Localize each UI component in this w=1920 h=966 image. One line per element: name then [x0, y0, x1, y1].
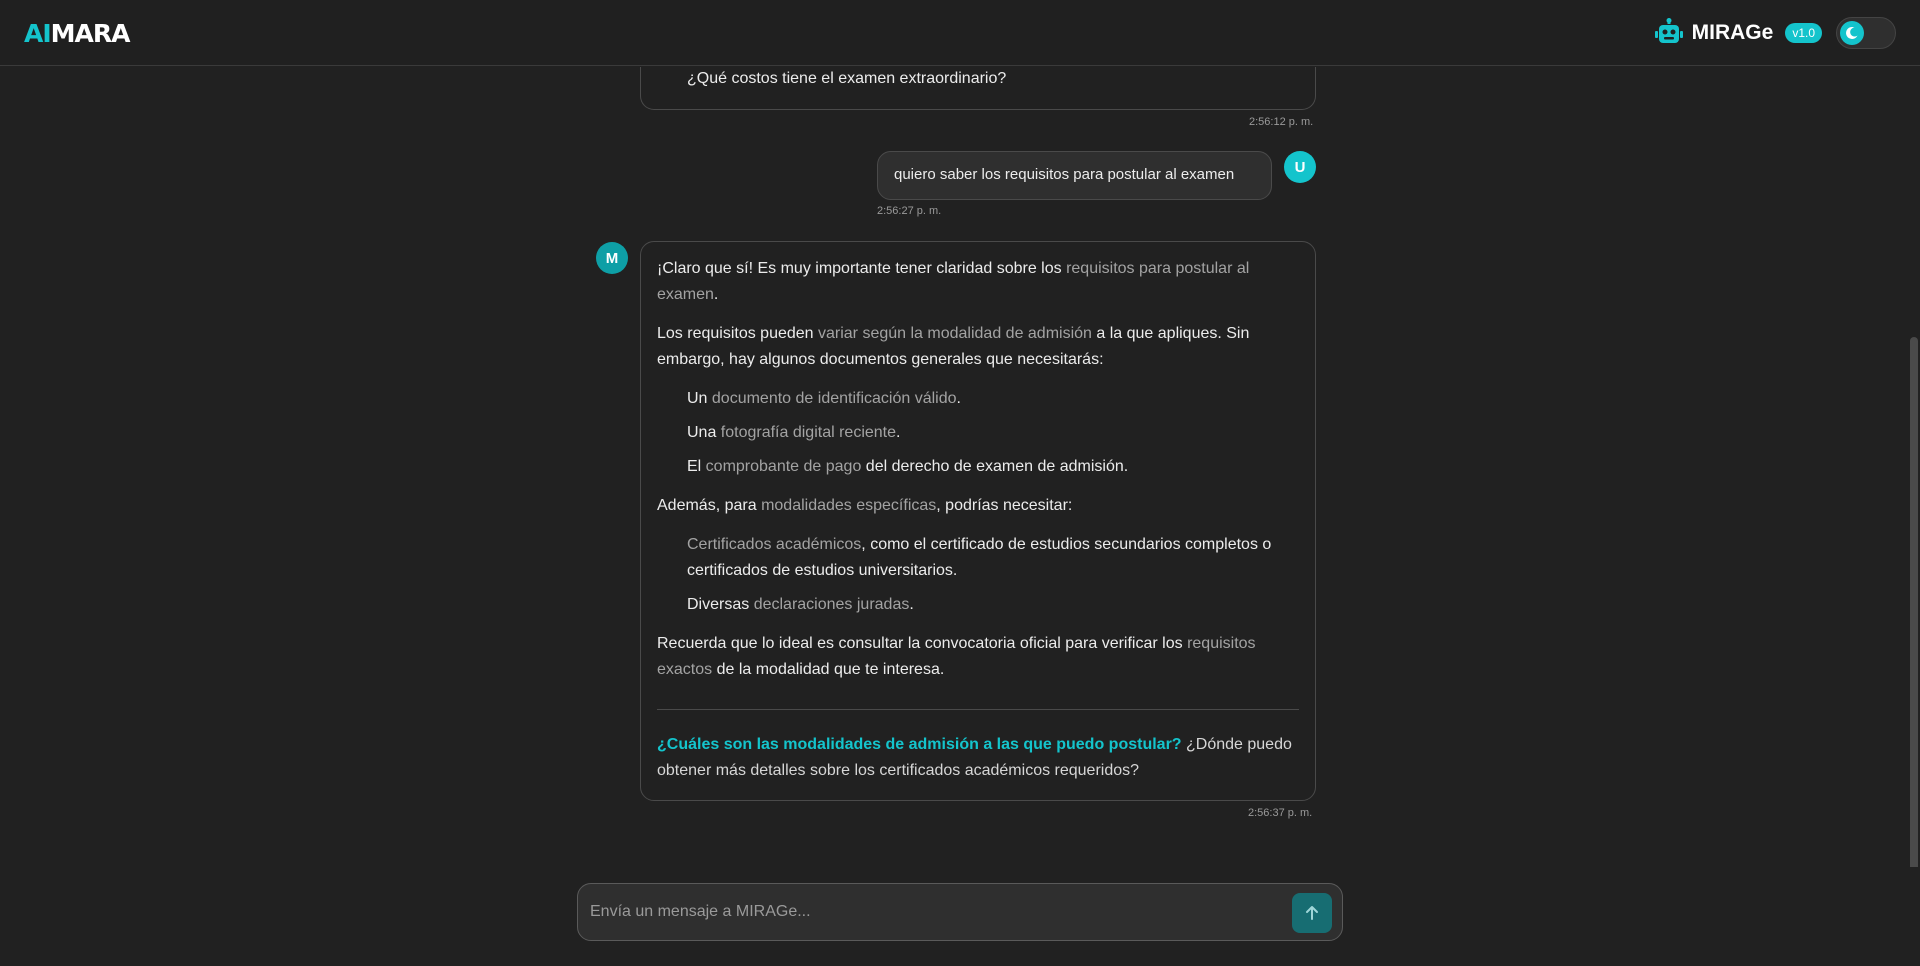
user-message: quiero saber los requisitos para postula…	[877, 151, 1272, 200]
bot-paragraph: Los requisitos pueden variar según la mo…	[657, 325, 1250, 368]
divider	[657, 709, 1299, 710]
version-badge: v1.0	[1785, 23, 1822, 43]
send-button[interactable]	[1292, 893, 1332, 933]
brand-area: MIRAGe v1.0	[1654, 16, 1896, 50]
list-item: El comprobante de pago del derecho de ex…	[687, 458, 1129, 475]
user-message-text: quiero saber los requisitos para postula…	[894, 166, 1235, 183]
user-avatar: U	[1284, 151, 1316, 183]
previous-bot-text: ¿Qué costos tiene el examen extraordinar…	[687, 70, 1007, 87]
suggestion-link[interactable]: ¿Cuáles son las modalidades de admisión …	[657, 736, 1182, 753]
requirements-list: Un documento de identificación válido. U…	[657, 386, 1299, 480]
logo[interactable]: AIMARA	[24, 19, 131, 48]
logo-text: MARA	[50, 19, 131, 48]
bot-paragraph: Además, para modalidades específicas, po…	[657, 497, 1073, 514]
message-composer	[577, 883, 1343, 941]
message-timestamp: 2:56:27 p. m.	[877, 205, 942, 217]
bot-message: ¡Claro que sí! Es muy importante tener c…	[640, 241, 1316, 801]
message-timestamp: 2:56:37 p. m.	[1248, 807, 1313, 819]
scrollbar-thumb[interactable]	[1910, 337, 1918, 867]
list-item: Diversas declaraciones juradas.	[687, 596, 914, 613]
suggestions: ¿Cuáles son las modalidades de admisión …	[657, 732, 1299, 784]
message-input[interactable]	[590, 884, 1270, 940]
message-timestamp: 2:56:12 p. m.	[1249, 116, 1314, 128]
logo-ai: AI	[24, 19, 52, 48]
robot-icon	[1654, 18, 1683, 43]
chat-area[interactable]: ¿Qué costos tiene el examen extraordinar…	[0, 67, 1920, 867]
bot-avatar: M	[596, 242, 628, 274]
moon-icon	[1846, 26, 1858, 39]
bot-paragraph: Recuerda que lo ideal es consultar la co…	[657, 635, 1256, 678]
toggle-knob	[1840, 21, 1864, 45]
list-item: Un documento de identificación válido.	[687, 390, 961, 407]
list-item: Una fotografía digital reciente.	[687, 424, 901, 441]
list-item: Certificados académicos, como el certifi…	[687, 536, 1272, 579]
top-bar: AIMARA MIRAGe v1.0	[0, 0, 1920, 66]
previous-bot-message: ¿Qué costos tiene el examen extraordinar…	[640, 67, 1316, 110]
brand-name: MIRAGe	[1691, 21, 1774, 44]
theme-toggle[interactable]	[1836, 17, 1896, 49]
specific-requirements-list: Certificados académicos, como el certifi…	[657, 532, 1299, 618]
bot-paragraph: ¡Claro que sí! Es muy importante tener c…	[657, 260, 1250, 303]
arrow-up-icon	[1306, 906, 1318, 920]
